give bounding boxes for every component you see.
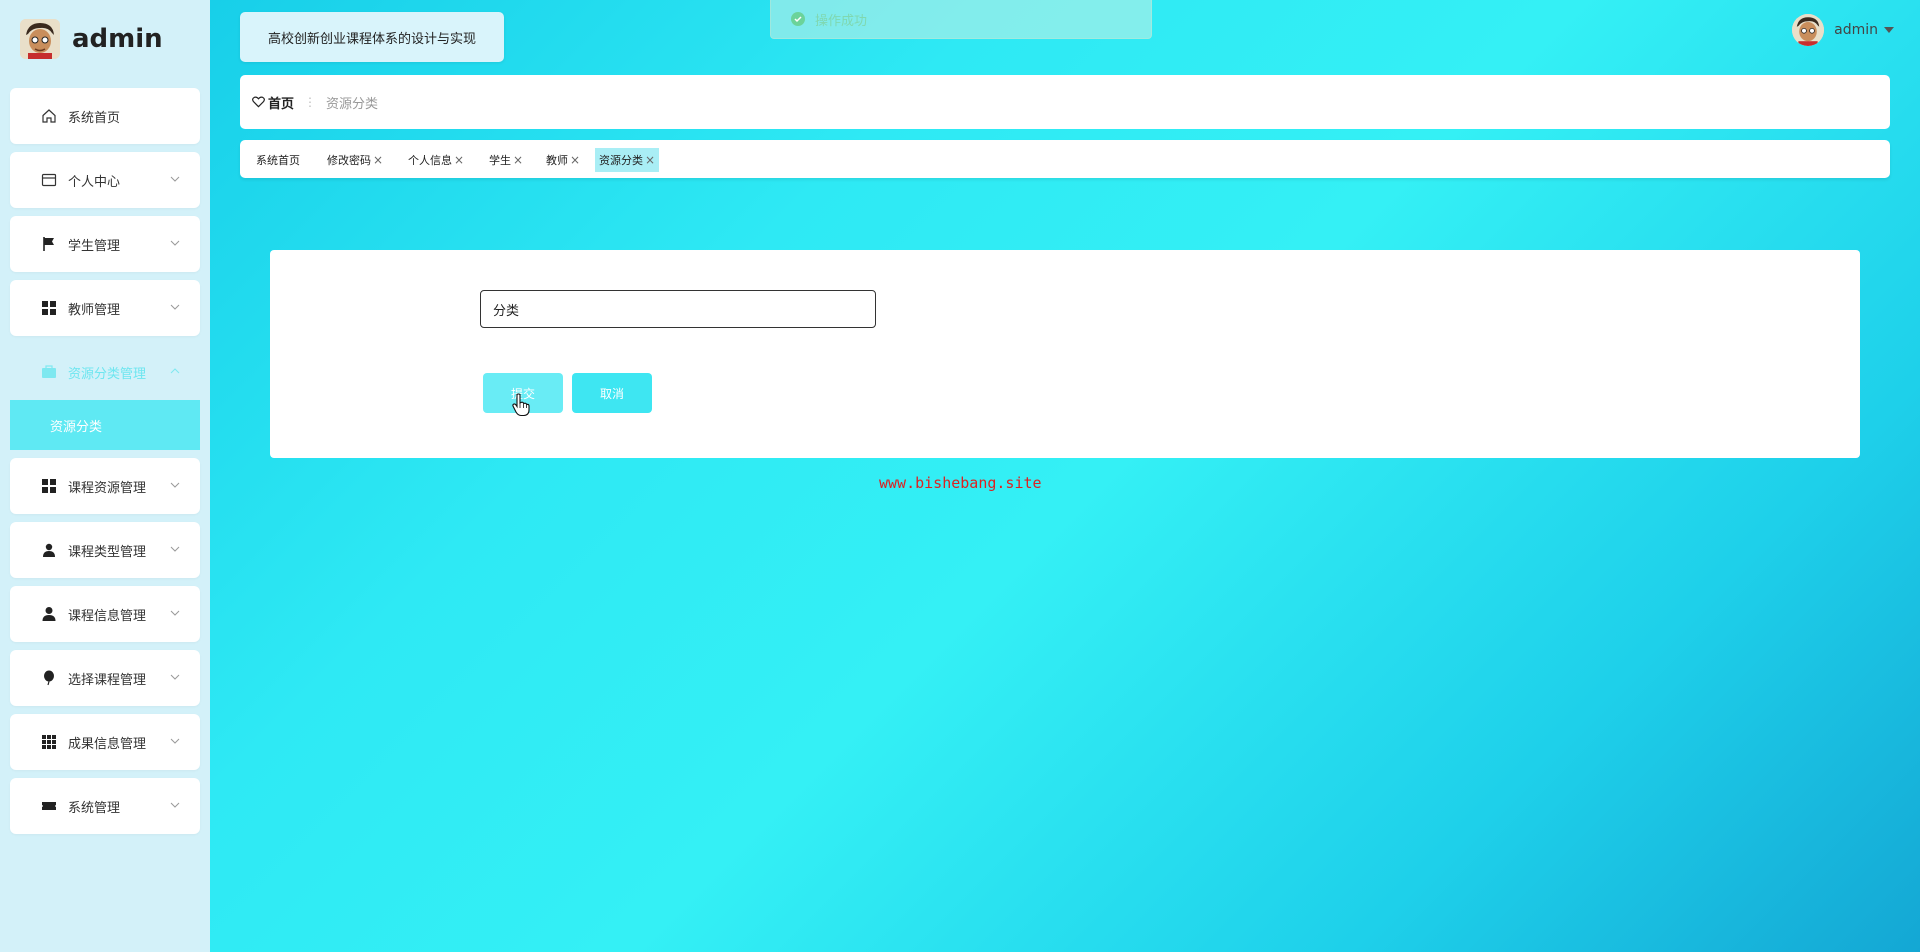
avatar: [1792, 14, 1825, 46]
breadcrumb: 首页 ⋮ 资源分类: [240, 75, 1890, 129]
ticket-icon: [40, 797, 58, 815]
sidebar-item-label: 成果信息管理: [68, 736, 147, 752]
flag-icon: [40, 235, 58, 253]
grid-icon: [40, 477, 58, 495]
sidebar-item-label: 系统首页: [68, 110, 121, 126]
success-toast: 操作成功: [770, 0, 1152, 39]
resource-category-input[interactable]: [480, 290, 876, 328]
sidebar-item-course-types[interactable]: 课程类型管理: [10, 522, 200, 578]
sidebar-item-course-selection[interactable]: 选择课程管理: [10, 650, 200, 706]
sidebar-item-personal[interactable]: 个人中心: [10, 152, 200, 208]
sidebar-item-label: 课程资源管理: [68, 480, 147, 496]
caret-down-icon: [1884, 27, 1894, 33]
tag-label: 修改密码: [327, 154, 371, 167]
sidebar-item-system[interactable]: 系统管理: [10, 778, 200, 834]
chevron-down-icon: [170, 482, 180, 488]
sidebar-item-label: 教师管理: [68, 302, 121, 318]
user-menu[interactable]: admin: [1792, 14, 1894, 46]
balloon-icon: [40, 669, 58, 687]
sidebar-item-achievements[interactable]: 成果信息管理: [10, 714, 200, 770]
sidebar-item-label: 资源分类管理: [68, 366, 147, 382]
watermark: www.bishebang.site: [879, 474, 1042, 492]
chevron-up-icon: [170, 368, 180, 374]
brand-name: admin: [72, 24, 163, 54]
sidebar-item-resource-category[interactable]: 资源分类管理: [10, 344, 200, 400]
user-tie-icon: [40, 541, 58, 559]
sidebar-item-course-resources[interactable]: 课程资源管理: [10, 458, 200, 514]
hand-cursor-icon: [512, 393, 530, 417]
sidebar-item-label: 个人中心: [68, 174, 121, 190]
tag-label: 学生: [489, 154, 511, 167]
chevron-down-icon: [170, 610, 180, 616]
close-icon[interactable]: ×: [373, 153, 383, 167]
sidebar-subitem-resource-category[interactable]: 资源分类: [10, 400, 200, 450]
sidebar-item-teachers[interactable]: 教师管理: [10, 280, 200, 336]
heart-icon: [252, 96, 265, 108]
avatar: [20, 19, 60, 59]
apps-icon: [40, 733, 58, 751]
breadcrumb-current: 资源分类: [326, 96, 379, 112]
system-title: 高校创新创业课程体系的设计与实现: [240, 12, 504, 62]
sidebar-item-label: 选择课程管理: [68, 672, 147, 688]
tag-label: 资源分类: [599, 154, 643, 167]
sidebar-item-course-info[interactable]: 课程信息管理: [10, 586, 200, 642]
close-icon[interactable]: ×: [513, 153, 523, 167]
chevron-down-icon: [170, 738, 180, 744]
success-icon: [791, 12, 805, 26]
chevron-down-icon: [170, 240, 180, 246]
close-icon[interactable]: ×: [570, 153, 580, 167]
sidebar-item-label: 课程信息管理: [68, 608, 147, 624]
user-icon: [40, 605, 58, 623]
tag-students[interactable]: 学生 ×: [485, 148, 527, 172]
briefcase-icon: [40, 363, 58, 381]
tag-label: 教师: [546, 154, 568, 167]
sidebar-item-label: 系统管理: [68, 800, 121, 816]
home-icon: [40, 107, 58, 125]
tags-bar: 系统首页 修改密码 × 个人信息 × 学生 × 教师 × 资源分类 ×: [240, 140, 1890, 178]
chevron-down-icon: [170, 304, 180, 310]
chevron-down-icon: [170, 802, 180, 808]
chevron-down-icon: [170, 546, 180, 552]
breadcrumb-home-label: 首页: [268, 96, 295, 112]
sidebar-subitem-label: 资源分类: [50, 419, 103, 435]
sidebar: admin 系统首页 个人中心 学生管理 教师管理 资源分类管理 资源分类 课程…: [0, 0, 210, 952]
chevron-down-icon: [170, 176, 180, 182]
tag-personal-info[interactable]: 个人信息 ×: [404, 148, 468, 172]
tag-home[interactable]: 系统首页: [252, 148, 304, 172]
tag-change-password[interactable]: 修改密码 ×: [323, 148, 387, 172]
close-icon[interactable]: ×: [454, 153, 464, 167]
form-card: 资源分类 提交 取消: [270, 250, 1860, 458]
user-name: admin: [1834, 22, 1878, 38]
breadcrumb-separator: ⋮: [304, 95, 317, 109]
chevron-down-icon: [170, 674, 180, 680]
sidebar-item-label: 课程类型管理: [68, 544, 147, 560]
sidebar-item-students[interactable]: 学生管理: [10, 216, 200, 272]
tag-label: 系统首页: [256, 154, 300, 167]
card-icon: [40, 171, 58, 189]
sidebar-item-label: 学生管理: [68, 238, 121, 254]
toast-text: 操作成功: [815, 13, 868, 29]
tag-teachers[interactable]: 教师 ×: [542, 148, 584, 172]
cancel-button[interactable]: 取消: [572, 373, 652, 413]
sidebar-item-home[interactable]: 系统首页: [10, 88, 200, 144]
grid-icon: [40, 299, 58, 317]
tag-label: 个人信息: [408, 154, 452, 167]
tag-resource-category[interactable]: 资源分类 ×: [595, 148, 660, 172]
brand: admin: [20, 18, 163, 60]
breadcrumb-home[interactable]: 首页: [252, 93, 294, 112]
close-icon[interactable]: ×: [645, 153, 655, 167]
